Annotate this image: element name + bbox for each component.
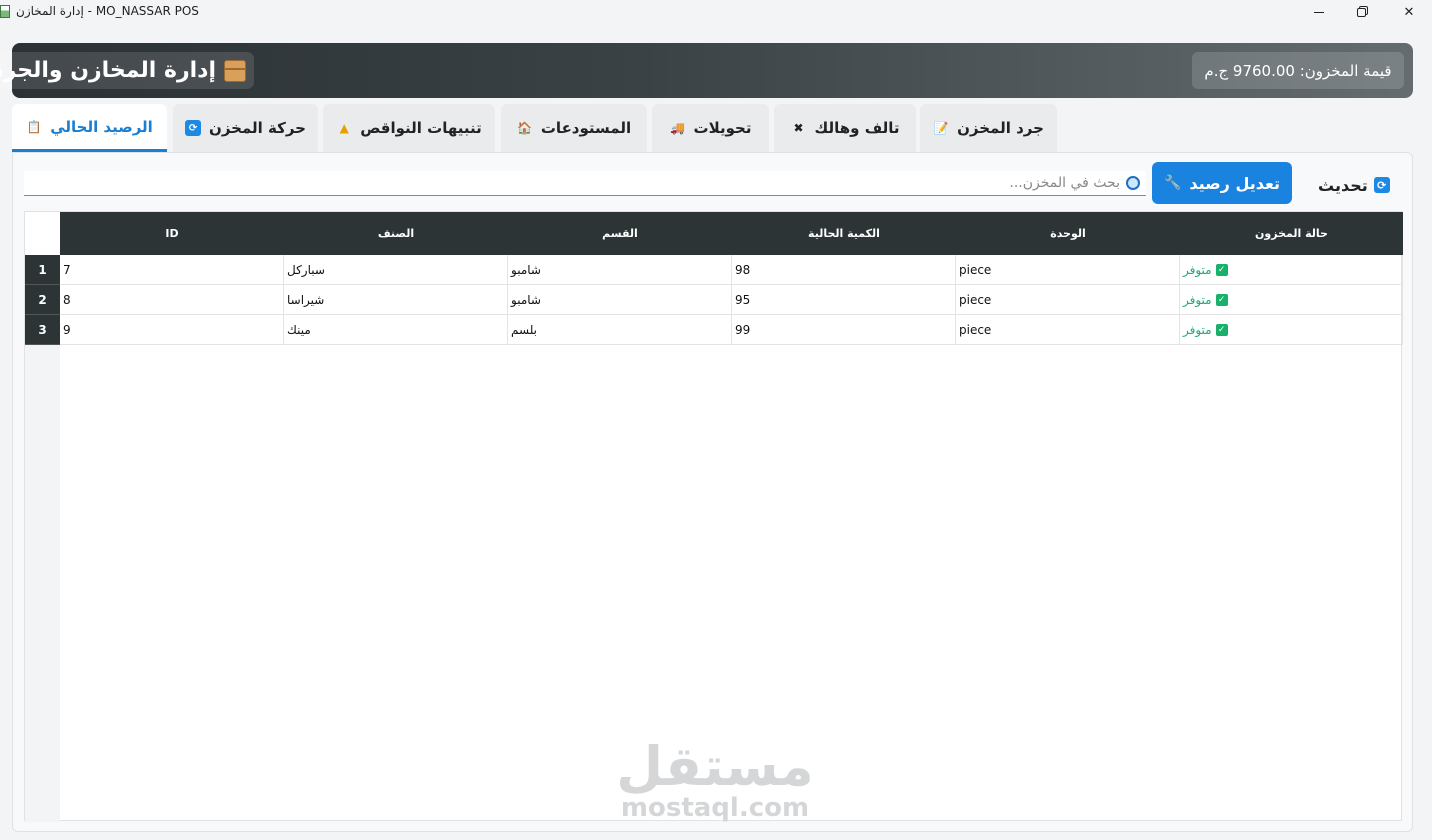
cell-unit[interactable]: piece bbox=[956, 255, 1180, 285]
cell-category[interactable]: شامبو bbox=[508, 285, 732, 315]
table-row[interactable]: 1 7 سباركل شامبو 98 piece ✓ متوفر bbox=[25, 255, 1403, 285]
cell-item[interactable]: شيراسا bbox=[284, 285, 508, 315]
column-header-item[interactable]: الصنف bbox=[284, 212, 508, 255]
tab-transfers[interactable]: تحويلات 🚚 bbox=[652, 104, 769, 152]
tab-shortage-alerts[interactable]: تنبيهات النواقص ▲ bbox=[323, 104, 495, 152]
broken-icon: ✖ bbox=[793, 121, 804, 135]
row-number[interactable]: 2 bbox=[25, 285, 60, 315]
column-header-category[interactable]: القسم bbox=[508, 212, 732, 255]
cell-status[interactable]: ✓ متوفر bbox=[1180, 315, 1403, 345]
status-text: متوفر bbox=[1183, 292, 1212, 307]
minimize-icon bbox=[1314, 11, 1324, 13]
refresh-button[interactable]: ⟳ تحديث bbox=[1318, 171, 1390, 199]
column-header-status[interactable]: حالة المخزون bbox=[1180, 212, 1403, 255]
app-icon bbox=[0, 5, 10, 18]
title-bar: إدارة المخازن - MO_NASSAR POS ✕ bbox=[0, 0, 1432, 24]
table-row[interactable]: 2 8 شيراسا شامبو 95 piece ✓ متوفر bbox=[25, 285, 1403, 315]
tab-label: تالف وهالك bbox=[814, 119, 900, 137]
cell-unit[interactable]: piece bbox=[956, 285, 1180, 315]
house-icon: 🏠 bbox=[517, 121, 533, 135]
tab-damaged[interactable]: تالف وهالك ✖ bbox=[774, 104, 916, 152]
clipboard-icon: 📋 bbox=[26, 119, 42, 134]
table-header: ID الصنف القسم الكمية الحالية الوحدة حال… bbox=[60, 212, 1403, 255]
adjust-balance-button[interactable]: تعديل رصيد 🔧 bbox=[1152, 162, 1292, 204]
wrench-icon: 🔧 bbox=[1163, 175, 1182, 191]
stock-table: ID الصنف القسم الكمية الحالية الوحدة حال… bbox=[24, 211, 1403, 822]
cell-status[interactable]: ✓ متوفر bbox=[1180, 285, 1403, 315]
adjust-balance-label: تعديل رصيد bbox=[1189, 173, 1281, 193]
tab-current-balance[interactable]: الرصيد الحالي 📋 bbox=[12, 104, 167, 152]
status-text: متوفر bbox=[1183, 322, 1212, 337]
cell-id[interactable]: 9 bbox=[60, 315, 284, 345]
refresh-icon: ⟳ bbox=[1373, 177, 1390, 193]
refresh-label: تحديث bbox=[1318, 175, 1368, 195]
tab-label: الرصيد الحالي bbox=[50, 117, 153, 136]
cell-item[interactable]: مينك bbox=[284, 315, 508, 345]
table-corner bbox=[25, 212, 60, 255]
status-text: متوفر bbox=[1183, 262, 1212, 277]
watermark-latin: mostaql.com bbox=[620, 793, 810, 823]
row-number[interactable]: 3 bbox=[25, 315, 60, 345]
column-header-unit[interactable]: الوحدة bbox=[956, 212, 1180, 255]
cell-id[interactable]: 7 bbox=[60, 255, 284, 285]
checkmark-icon: ✓ bbox=[1215, 293, 1228, 306]
tab-label: جرد المخزن bbox=[957, 119, 1044, 137]
cell-quantity[interactable]: 98 bbox=[732, 255, 956, 285]
inventory-value-label: قيمة المخزون: 9760.00 ج.م bbox=[1204, 61, 1392, 80]
tab-bar: جرد المخزن 📝 تالف وهالك ✖ تحويلات 🚚 المس… bbox=[12, 104, 1058, 152]
cell-item[interactable]: سباركل bbox=[284, 255, 508, 285]
tab-label: حركة المخزن bbox=[209, 119, 306, 137]
cell-quantity[interactable]: 95 bbox=[732, 285, 956, 315]
cell-unit[interactable]: piece bbox=[956, 315, 1180, 345]
tab-stocktake[interactable]: جرد المخزن 📝 bbox=[920, 104, 1057, 152]
refresh-icon: ⟳ bbox=[185, 120, 202, 136]
warning-icon: ▲ bbox=[339, 121, 349, 135]
package-icon bbox=[224, 59, 246, 82]
row-number[interactable]: 1 bbox=[25, 255, 60, 285]
page-title: إدارة المخازن والجرد bbox=[0, 58, 216, 83]
table-row[interactable]: 3 9 مينك بلسم 99 piece ✓ متوفر bbox=[25, 315, 1403, 345]
cell-category[interactable]: شامبو bbox=[508, 255, 732, 285]
cell-status[interactable]: ✓ متوفر bbox=[1180, 255, 1403, 285]
tab-warehouses[interactable]: المستودعات 🏠 bbox=[501, 104, 647, 152]
minimize-button[interactable] bbox=[1296, 0, 1342, 24]
column-header-id[interactable]: ID bbox=[60, 212, 284, 255]
page-title-badge: إدارة المخازن والجرد bbox=[0, 52, 254, 89]
window-title: إدارة المخازن - MO_NASSAR POS bbox=[16, 4, 199, 18]
tab-stock-movement[interactable]: حركة المخزن ⟳ bbox=[173, 104, 318, 152]
close-icon: ✕ bbox=[1403, 4, 1415, 20]
restore-icon bbox=[1356, 7, 1366, 17]
search-icon bbox=[1126, 176, 1140, 190]
column-header-quantity[interactable]: الكمية الحالية bbox=[732, 212, 956, 255]
search-input[interactable] bbox=[820, 175, 1120, 191]
checkmark-icon: ✓ bbox=[1215, 323, 1228, 336]
checkmark-icon: ✓ bbox=[1215, 263, 1228, 276]
clipboard-pen-icon: 📝 bbox=[933, 121, 949, 135]
truck-icon: 🚚 bbox=[670, 121, 686, 135]
close-button[interactable]: ✕ bbox=[1386, 0, 1432, 24]
tab-label: تنبيهات النواقص bbox=[360, 119, 482, 137]
tab-label: تحويلات bbox=[693, 119, 752, 137]
cell-id[interactable]: 8 bbox=[60, 285, 284, 315]
watermark-arabic: مستقل bbox=[616, 735, 814, 798]
search-field[interactable] bbox=[24, 171, 1146, 196]
inventory-value-badge: قيمة المخزون: 9760.00 ج.م bbox=[1192, 52, 1404, 89]
maximize-button[interactable] bbox=[1338, 0, 1384, 24]
watermark: مستقل mostaql.com bbox=[600, 735, 830, 823]
cell-quantity[interactable]: 99 bbox=[732, 315, 956, 345]
cell-category[interactable]: بلسم bbox=[508, 315, 732, 345]
tab-label: المستودعات bbox=[540, 119, 632, 137]
